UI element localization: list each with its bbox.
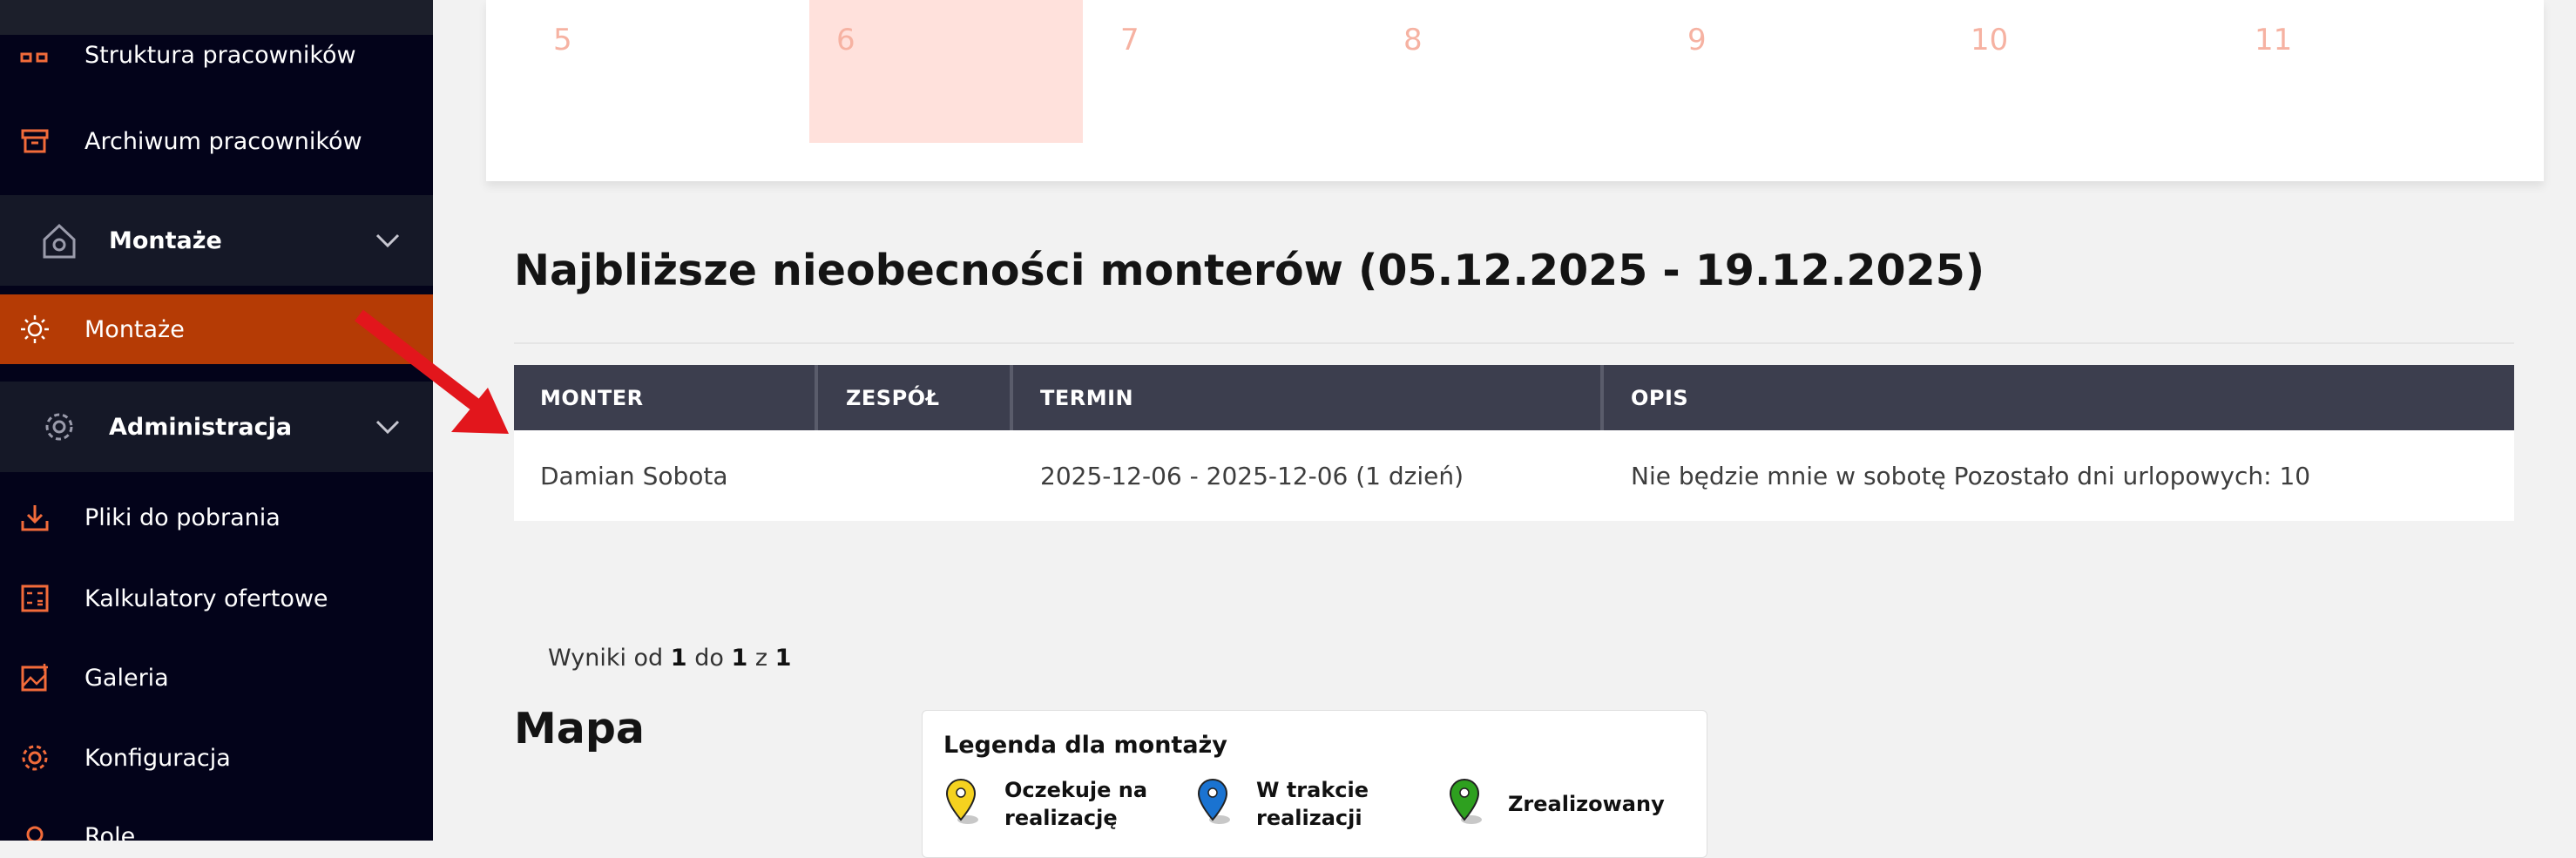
column-header-zespol[interactable]: ZESPÓŁ [820,365,1010,430]
sidebar-group-label: Administracja [109,413,293,441]
absences-title: Najbliższe nieobecności monterów (05.12.… [514,246,1985,295]
chevron-down-icon[interactable] [372,225,403,256]
column-header-termin[interactable]: TERMIN [1014,365,1606,430]
calendar-day[interactable]: 10 [1971,23,2008,57]
archive-icon [17,124,52,159]
map-legend: Legenda dla montaży Oczekuje na realizac… [922,710,1707,858]
legend-item-oczekuje: Oczekuje na realizację [943,776,1187,837]
sidebar-group-montaze[interactable]: Montaże [0,195,433,286]
calendar-day[interactable]: 7 [1120,23,1139,57]
calculator-icon [17,581,52,616]
column-separator [1600,365,1604,430]
sidebar-item-kalkulatory-ofertowe[interactable]: Kalkulatory ofertowe [0,564,433,633]
gear-icon [38,406,80,448]
sidebar-item-struktura-pracownikow[interactable]: Struktura pracowników [0,26,433,96]
sidebar-item-label: Montaże [85,315,185,343]
red-arrow-annotation [355,309,509,434]
house-icon [38,220,80,261]
sidebar-item-label: Role [85,822,136,841]
legend-item-zrealizowany: Zrealizowany [1447,776,1691,837]
sidebar-item-label: Konfiguracja [85,744,231,772]
calendar-day[interactable]: 8 [1403,23,1423,57]
sidebar-item-label: Struktura pracowników [85,42,356,69]
sidebar-item-label: Galeria [85,664,169,692]
sidebar-item-label: Kalkulatory ofertowe [85,584,328,612]
sidebar-group-label: Montaże [109,226,222,254]
calendar-day[interactable]: 9 [1687,23,1707,57]
calendar-week: 5 6 7 8 9 10 11 [486,0,2544,181]
legend-label: W trakcie realizacji [1256,778,1369,830]
sidebar-item-konfiguracja[interactable]: Konfiguracja [0,723,433,793]
legend-label: Oczekuje na realizację [1004,778,1148,830]
legend-label: Zrealizowany [1508,792,1665,816]
calendar-day[interactable]: 5 [553,23,572,57]
results-summary: Wyniki od 1 do 1 z 1 [548,645,792,672]
settings-icon [17,740,52,775]
legend-title: Legenda dla montaży [943,732,1227,759]
role-icon [17,819,52,841]
sidebar-item-galeria[interactable]: Galeria [0,643,433,713]
sidebar-item-pliki-do-pobrania[interactable]: Pliki do pobrania [0,483,433,552]
pin-green-icon [1449,778,1482,824]
sidebar-item-label: Archiwum pracowników [85,127,362,155]
table-header: MONTER ZESPÓŁ TERMIN OPIS [514,365,2514,430]
legend-item-w-trakcie: W trakcie realizacji [1195,776,1439,837]
calendar-day[interactable]: 11 [2255,23,2292,57]
pin-blue-icon [1197,778,1230,824]
calendar-day[interactable]: 6 [836,23,855,57]
column-header-opis[interactable]: OPIS [1605,365,2514,430]
cell-monter: Damian Sobota [540,461,728,490]
structure-icon [17,44,52,78]
cell-zespol [820,430,846,521]
column-header-monter[interactable]: MONTER [514,365,815,430]
table-row: Damian Sobota 2025-12-06 - 2025-12-06 (1… [514,430,2514,521]
gallery-icon [17,660,52,695]
column-separator [815,365,818,430]
cell-opis: Nie będzie mnie w sobotę Pozostało dni u… [1631,461,2311,490]
column-separator [1010,365,1013,430]
cell-termin: 2025-12-06 - 2025-12-06 (1 dzień) [1040,461,1464,490]
sidebar-item-role[interactable]: Role [0,801,433,841]
divider [514,342,2514,344]
map-title: Mapa [514,704,645,753]
download-icon [17,500,52,535]
pin-yellow-icon [945,778,978,824]
sidebar-item-archiwum-pracownikow[interactable]: Archiwum pracowników [0,106,433,176]
calendar-day-highlight [809,0,1083,143]
sidebar-item-label: Pliki do pobrania [85,503,281,531]
absences-table: MONTER ZESPÓŁ TERMIN OPIS Damian Sobota … [514,365,2514,521]
sun-icon [17,312,52,347]
